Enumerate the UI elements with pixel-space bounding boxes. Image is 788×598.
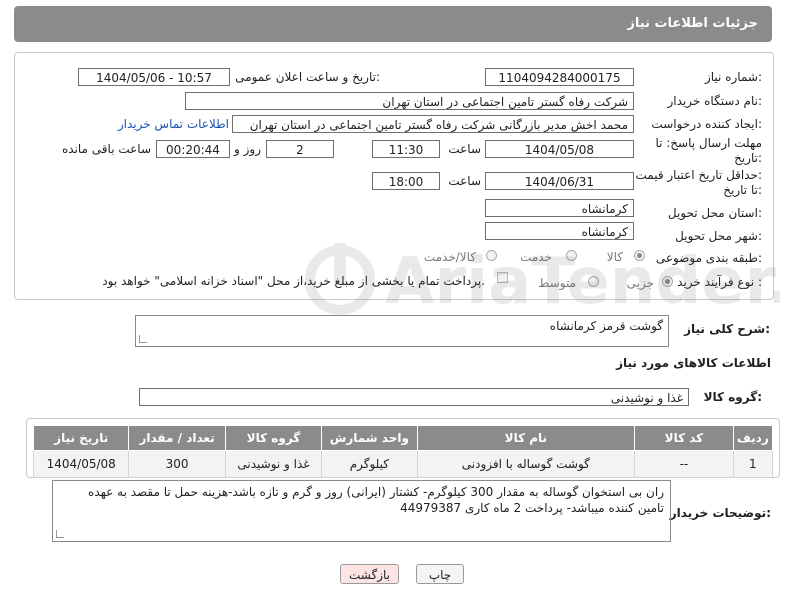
creator-field: محمد اخش مدیر بازرگانی شرکت رفاه گستر تا… xyxy=(232,115,634,133)
need-number-field: 1104094284000175 xyxy=(485,68,634,86)
need-number-label: شماره نیاز: xyxy=(704,70,762,84)
goods-table: ردیف کد کالا نام کالا واحد شمارش گروه کا… xyxy=(32,425,774,478)
col-group: گروه کالا xyxy=(224,425,323,451)
category-radio-goods-service[interactable] xyxy=(486,250,497,261)
price-validity-label: حداقل تاریخ اعتبار قیمت: xyxy=(635,168,762,182)
col-quantity: تعداد / مقدار xyxy=(128,425,226,451)
purchase-radio-minor[interactable] xyxy=(662,276,673,287)
treasury-payment-note: پرداخت تمام یا بخشی از مبلغ خرید،از محل … xyxy=(102,274,485,288)
price-time-label: ساعت xyxy=(448,174,481,188)
purchase-type-label: نوع فرآیند خرید : xyxy=(677,275,762,289)
announce-field: 1404/05/06 - 10:57 xyxy=(78,68,230,86)
goods-group-field: غذا و نوشیدنی xyxy=(139,388,689,406)
category-option-service: خدمت xyxy=(520,250,552,264)
category-radio-service[interactable] xyxy=(566,250,577,261)
cell-code: -- xyxy=(634,450,734,478)
buyer-notes-text: ران بی استخوان گوساله به مقدار 300 کیلوگ… xyxy=(88,485,664,515)
buyer-notes-textarea[interactable]: ران بی استخوان گوساله به مقدار 300 کیلوگ… xyxy=(52,480,671,542)
resize-handle-icon[interactable] xyxy=(56,530,64,538)
creator-label: ایجاد کننده درخواست: xyxy=(651,117,762,131)
cell-quantity: 300 xyxy=(128,450,226,478)
description-textarea[interactable]: گوشت قرمز کرمانشاه xyxy=(135,315,669,347)
city-label: شهر محل تحویل: xyxy=(675,229,762,243)
col-unit: واحد شمارش xyxy=(321,425,418,451)
back-button[interactable]: بازگشت xyxy=(340,564,399,584)
goods-section-title: اطلاعات کالاهای مورد نیاز xyxy=(616,356,771,370)
category-label: طبقه بندی موضوعی: xyxy=(655,251,762,265)
print-button[interactable]: چاپ xyxy=(416,564,464,584)
category-radio-goods[interactable] xyxy=(634,250,645,261)
category-option-goods: کالا xyxy=(606,250,623,264)
cell-group: غذا و نوشیدنی xyxy=(224,450,323,478)
col-row: ردیف xyxy=(732,425,774,451)
days-label: روز و xyxy=(234,142,261,156)
description-text: گوشت قرمز کرمانشاه xyxy=(549,319,663,333)
province-label: استان محل تحویل: xyxy=(667,206,762,220)
treasury-payment-checkbox[interactable] xyxy=(497,272,508,283)
deadline-label-date: تاریخ: xyxy=(734,151,762,165)
page-header: جزئیات اطلاعات نیاز xyxy=(14,6,772,42)
purchase-option-medium: متوسط xyxy=(538,276,576,290)
price-time-field: 18:00 xyxy=(372,172,440,190)
page-title: جزئیات اطلاعات نیاز xyxy=(627,16,758,31)
col-need-date: تاریخ نیاز xyxy=(32,425,130,451)
category-option-goods-service: کالا/خدمت xyxy=(423,250,476,264)
city-field: کرمانشاه xyxy=(485,222,634,240)
cell-row: 1 xyxy=(732,450,774,478)
announce-label: تاریخ و ساعت اعلان عمومی: xyxy=(235,70,380,84)
purchase-radio-medium[interactable] xyxy=(588,276,599,287)
buyer-notes-label: توضیحات خریدار: xyxy=(669,506,771,520)
deadline-label: مهلت ارسال پاسخ: تا xyxy=(655,136,762,150)
description-label: شرح کلی نیاز: xyxy=(684,322,770,336)
cell-need-date: 1404/05/08 xyxy=(32,450,130,478)
buyer-org-label: نام دستگاه خریدار: xyxy=(667,94,763,108)
deadline-time-label: ساعت xyxy=(448,142,481,156)
cell-unit: کیلوگرم xyxy=(321,450,418,478)
contact-info-link[interactable]: اطلاعات تماس خریدار xyxy=(118,117,229,131)
col-name: نام کالا xyxy=(416,425,636,451)
goods-group-label: گروه کالا: xyxy=(703,390,762,404)
price-date-field: 1404/06/31 xyxy=(485,172,634,190)
price-validity-label-date: تا تاریخ: xyxy=(723,183,762,197)
buyer-org-field: شرکت رفاه گستر تامین اجتماعی در استان ته… xyxy=(185,92,634,110)
deadline-date-field: 1404/05/08 xyxy=(485,140,634,158)
remaining-time-label: ساعت باقی مانده xyxy=(61,142,151,156)
resize-handle-icon[interactable] xyxy=(139,335,147,343)
province-field: کرمانشاه xyxy=(485,199,634,217)
cell-name: گوشت گوساله با افزودنی xyxy=(416,450,636,478)
goods-table-header: ردیف کد کالا نام کالا واحد شمارش گروه کا… xyxy=(32,425,774,451)
col-code: کد کالا xyxy=(634,425,734,451)
deadline-time-field: 11:30 xyxy=(372,140,440,158)
purchase-option-minor: جزیی xyxy=(626,276,654,290)
remaining-time-field: 00:20:44 xyxy=(156,140,230,158)
days-remaining-field: 2 xyxy=(266,140,334,158)
table-row: 1 -- گوشت گوساله با افزودنی کیلوگرم غذا … xyxy=(32,450,774,478)
